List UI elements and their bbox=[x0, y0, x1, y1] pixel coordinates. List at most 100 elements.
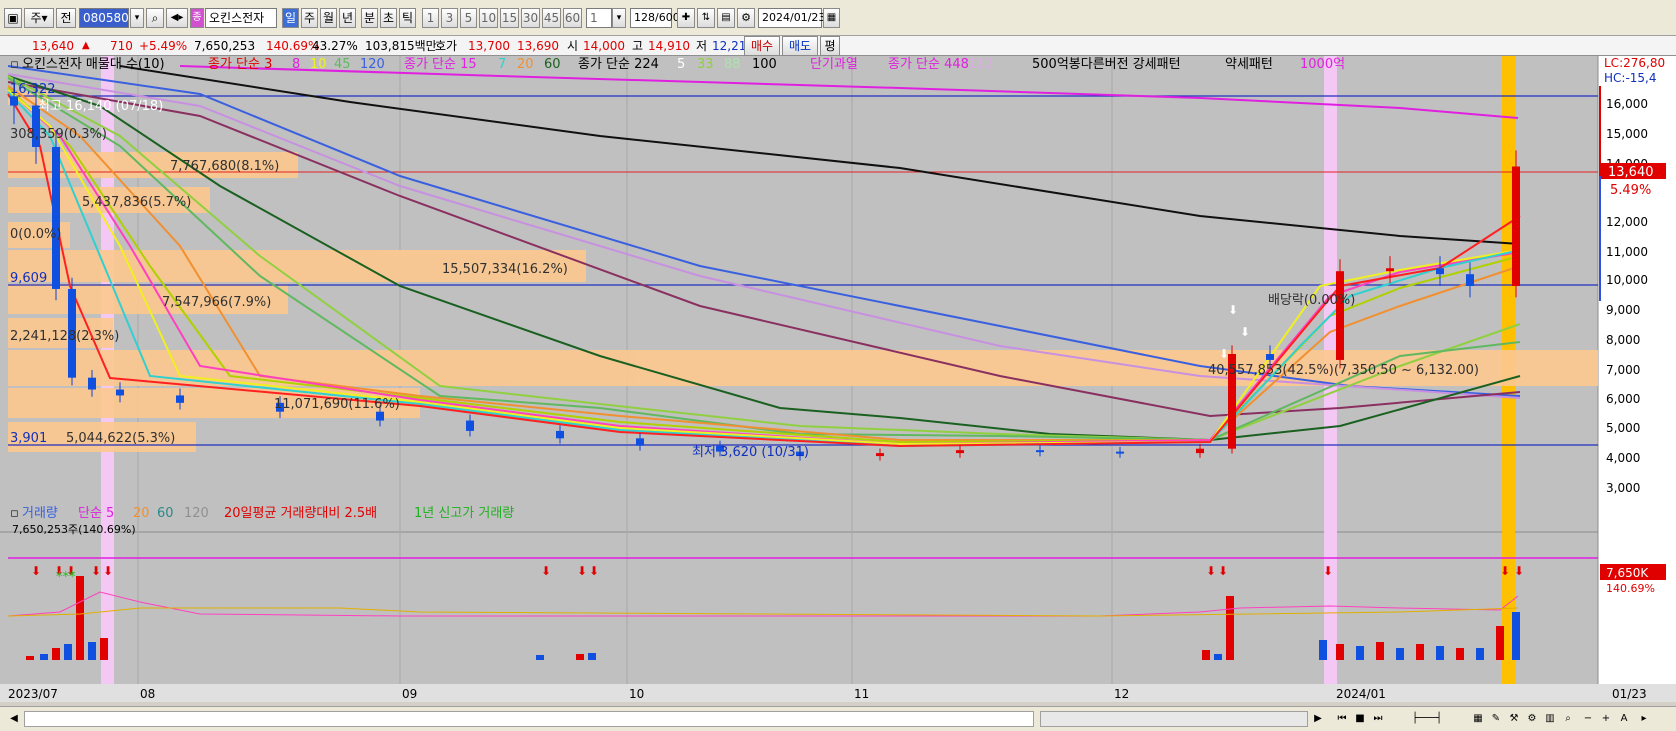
high-note: 최고 16,140 (07/18) bbox=[38, 99, 163, 114]
gear-icon[interactable]: ⚙ bbox=[737, 8, 755, 28]
plus-icon[interactable]: + bbox=[1598, 710, 1614, 728]
axis-tick: 11,000 bbox=[1606, 245, 1648, 259]
zoom-slider[interactable]: ├───┤ bbox=[1392, 710, 1462, 728]
buy-button[interactable]: 매수 bbox=[744, 36, 780, 56]
candle-body bbox=[466, 420, 474, 431]
turnover-rate: 43.27% bbox=[312, 39, 358, 53]
last-icon[interactable]: ⏭ bbox=[1370, 710, 1386, 728]
interval-10[interactable]: 10 bbox=[479, 8, 498, 28]
tab-year[interactable]: 년 bbox=[339, 8, 356, 28]
tab-month[interactable]: 월 bbox=[320, 8, 337, 28]
axis-tick: 9,000 bbox=[1606, 303, 1640, 317]
stock-name-field[interactable]: 오킨스전자 bbox=[205, 8, 277, 28]
text-icon[interactable]: A bbox=[1616, 710, 1632, 728]
interval-45[interactable]: 45 bbox=[542, 8, 561, 28]
legend-ma2: 종가 단순 15 bbox=[404, 57, 477, 72]
count-field[interactable]: 128/600 bbox=[630, 8, 680, 28]
interval-5[interactable]: 5 bbox=[460, 8, 477, 28]
down-arrow-icon: ⬇ bbox=[1514, 564, 1524, 578]
candle-body bbox=[10, 96, 18, 106]
axis-tick: 10,000 bbox=[1606, 273, 1648, 287]
bottom-scrollbar[interactable]: ◀ ▶ ⏮ ■ ⏭ ├───┤ ▦ ✎ ⚒ ⚙ ▥ ⌕ − + A ▸ bbox=[0, 706, 1676, 731]
volume-bar bbox=[40, 654, 48, 660]
volume-check-icon: ▫ bbox=[10, 506, 19, 521]
tab-minute[interactable]: 분 bbox=[361, 8, 378, 28]
axis-tick: 8,000 bbox=[1606, 333, 1640, 347]
candle-body bbox=[1466, 274, 1474, 286]
avg-button[interactable]: 평 bbox=[820, 36, 840, 56]
profile-label-4: 0(0.0%) bbox=[10, 227, 61, 242]
open-price: 14,000 bbox=[583, 39, 625, 53]
volume-value: 7,650,253 bbox=[194, 39, 256, 53]
price-chart[interactable]: ⬇ ⬇ ⬇ ⬇ ⬇ ⬇ ⬇ ⬇ ⬇ ⬇ ⬇ ⬇ ⬇ ⬇ ⬇ ⬇ *** ▫ 오킨… bbox=[0, 56, 1676, 702]
legend-ma3-v1: 5 bbox=[677, 57, 685, 72]
down-arrow-icon: ⬇ bbox=[589, 564, 599, 578]
legend-ma4-v: 112 bbox=[968, 57, 993, 72]
all-button[interactable]: 전 bbox=[56, 8, 76, 28]
search-icon[interactable]: ⌕ bbox=[146, 8, 164, 28]
high-label: 고 bbox=[632, 39, 644, 53]
axis-tick: 4,000 bbox=[1606, 451, 1640, 465]
tab-second[interactable]: 초 bbox=[380, 8, 397, 28]
level-mid-label: 9,609 bbox=[10, 271, 47, 286]
x-label: 12 bbox=[1114, 687, 1129, 701]
crosshair-icon[interactable]: ✚ bbox=[677, 8, 695, 28]
chart-type-icon[interactable]: ▥ bbox=[1542, 710, 1558, 728]
candle-body bbox=[88, 377, 96, 390]
profile-label-3: 5,437,836(5.7%) bbox=[82, 195, 191, 210]
zoom-icon[interactable]: ⌕ bbox=[1560, 710, 1576, 728]
tab-day[interactable]: 일 bbox=[282, 8, 299, 28]
sell-button[interactable]: 매도 bbox=[782, 36, 818, 56]
candle-body bbox=[52, 146, 60, 289]
minus-icon[interactable]: − bbox=[1580, 710, 1596, 728]
hc-label: HC:-15,4 bbox=[1604, 71, 1657, 85]
legend-ma3-v3: 88 bbox=[724, 57, 741, 72]
interval-input[interactable]: 1 bbox=[586, 8, 612, 28]
interval-1[interactable]: 1 bbox=[422, 8, 439, 28]
split-icon[interactable]: ⇅ bbox=[697, 8, 715, 28]
window-menu-icon[interactable]: ▣ bbox=[4, 8, 22, 28]
legend-weak: 약세패턴 bbox=[1225, 57, 1273, 72]
x-label: 08 bbox=[140, 687, 155, 701]
scroll-thumb[interactable] bbox=[1040, 711, 1308, 727]
calendar-icon[interactable]: ▦ bbox=[823, 8, 840, 28]
sound-icon[interactable]: ◀▸ bbox=[166, 8, 188, 28]
interval-dropdown-icon[interactable]: ▾ bbox=[612, 8, 626, 28]
save-icon[interactable]: ▤ bbox=[717, 8, 735, 28]
interval-30[interactable]: 30 bbox=[521, 8, 540, 28]
x-label: 09 bbox=[402, 687, 417, 701]
right-axis-panel bbox=[1598, 56, 1676, 702]
draw-icon[interactable]: ✎ bbox=[1488, 710, 1504, 728]
candle-body bbox=[176, 395, 184, 403]
interval-60[interactable]: 60 bbox=[563, 8, 582, 28]
volume-bar bbox=[1476, 648, 1484, 660]
down-arrow-icon: ⬇ bbox=[91, 564, 101, 578]
x-label: 11 bbox=[854, 687, 869, 701]
scroll-left-icon[interactable]: ◀ bbox=[6, 710, 22, 728]
tool-icon[interactable]: ⚒ bbox=[1506, 710, 1522, 728]
expand-icon[interactable]: ▸ bbox=[1636, 710, 1652, 728]
legend-pattern: 500억봉다른버전 강세패턴 bbox=[1032, 57, 1181, 72]
period-select[interactable]: 주▾ bbox=[24, 8, 54, 28]
volume-bar bbox=[1214, 654, 1222, 660]
candle-body bbox=[956, 450, 964, 454]
date-field[interactable]: 2024/01/23 bbox=[758, 8, 825, 28]
settings-icon[interactable]: ⚙ bbox=[1524, 710, 1540, 728]
down-arrow-icon: ⬇ bbox=[577, 564, 587, 578]
first-icon[interactable]: ⏮ bbox=[1334, 710, 1350, 728]
candle-body bbox=[556, 430, 564, 439]
stop-icon[interactable]: ■ bbox=[1352, 710, 1368, 728]
scroll-right-icon[interactable]: ▶ bbox=[1310, 710, 1326, 728]
down-arrow-icon: ⬇ bbox=[1206, 564, 1216, 578]
scroll-track[interactable] bbox=[24, 711, 1034, 727]
interval-15[interactable]: 15 bbox=[500, 8, 519, 28]
interval-3[interactable]: 3 bbox=[441, 8, 458, 28]
tab-tick[interactable]: 틱 bbox=[399, 8, 416, 28]
layout-icon[interactable]: ▦ bbox=[1470, 710, 1486, 728]
code-input[interactable]: 080580 bbox=[79, 8, 129, 28]
x-label: 2024/01 bbox=[1336, 687, 1386, 701]
tab-week[interactable]: 주 bbox=[301, 8, 318, 28]
axis-tick: 12,000 bbox=[1606, 215, 1648, 229]
code-dropdown-icon[interactable]: ▾ bbox=[130, 8, 144, 28]
lc-label: LC:276,80 bbox=[1604, 56, 1665, 70]
